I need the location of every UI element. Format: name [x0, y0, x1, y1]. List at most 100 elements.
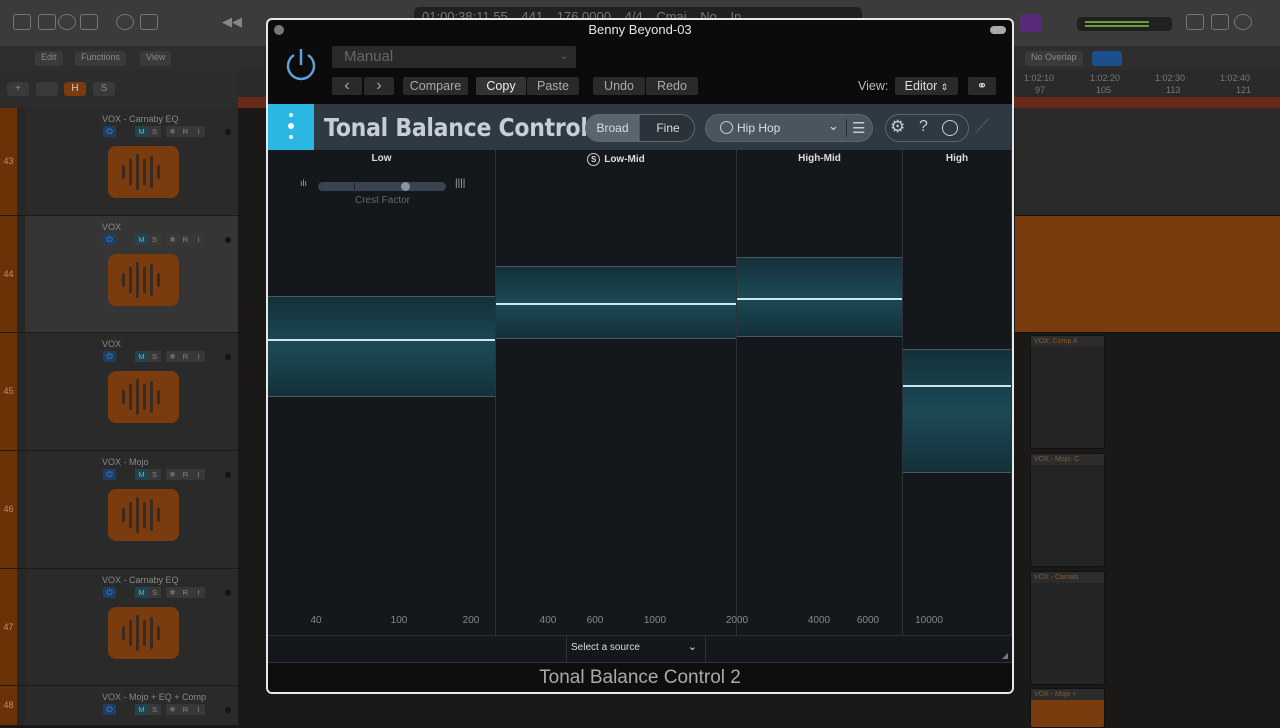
- power-icon[interactable]: [284, 47, 318, 83]
- tab-broad[interactable]: Broad: [586, 115, 639, 141]
- track-record-button[interactable]: R: [179, 587, 192, 598]
- track-power-icon[interactable]: ⏻: [103, 351, 116, 362]
- track-input-button[interactable]: I: [192, 234, 205, 245]
- band-high[interactable]: High: [903, 150, 1012, 635]
- track-record-button[interactable]: R: [179, 469, 192, 480]
- track-solo-button[interactable]: S: [148, 587, 161, 598]
- track-solo-button[interactable]: S: [148, 126, 161, 137]
- help-icon[interactable]: [58, 14, 76, 30]
- menu-dots-icon[interactable]: [268, 104, 314, 150]
- track-freeze-button[interactable]: ❄: [166, 469, 179, 480]
- track-input-button[interactable]: I: [192, 704, 205, 715]
- loop-browser-icon[interactable]: [1234, 14, 1252, 30]
- track-record-button[interactable]: R: [179, 234, 192, 245]
- track-freeze-button[interactable]: ❄: [166, 587, 179, 598]
- redo-button[interactable]: Redo: [646, 77, 698, 95]
- edit-menu[interactable]: Edit: [35, 51, 63, 66]
- band-low-mid[interactable]: S Low-Mid: [496, 150, 737, 635]
- help-icon[interactable]: ?: [919, 118, 928, 136]
- audio-region[interactable]: VOX - Mojo +: [1030, 688, 1105, 728]
- count-in-icon[interactable]: [1020, 14, 1042, 32]
- solo-header-button[interactable]: S: [93, 82, 115, 96]
- region-waveform[interactable]: [1015, 108, 1280, 216]
- paste-button[interactable]: Paste: [527, 77, 579, 95]
- library-icon[interactable]: [13, 14, 31, 30]
- compare-button[interactable]: Compare: [403, 77, 468, 95]
- refresh-icon[interactable]: [942, 120, 958, 136]
- track-input-button[interactable]: I: [192, 587, 205, 598]
- audio-region[interactable]: VOX - Mojo: C: [1030, 453, 1105, 567]
- slider-thumb[interactable]: [401, 182, 411, 191]
- inspector-icon[interactable]: [38, 14, 56, 30]
- track-header[interactable]: 47 VOX - Carnaby EQ ⏻ M S ❄ R I: [0, 569, 238, 686]
- track-power-icon[interactable]: ⏻: [103, 704, 116, 715]
- add-track-button[interactable]: +: [7, 82, 29, 96]
- band-low[interactable]: Low: [268, 150, 496, 635]
- copy-button[interactable]: Copy: [476, 77, 526, 95]
- track-mute-button[interactable]: M: [135, 587, 148, 598]
- track-mute-button[interactable]: M: [135, 126, 148, 137]
- region-waveform-selected[interactable]: [1015, 216, 1280, 333]
- track-freeze-button[interactable]: ❄: [166, 351, 179, 362]
- functions-menu[interactable]: Functions: [75, 51, 127, 66]
- hide-button[interactable]: H: [64, 82, 86, 96]
- track-freeze-button[interactable]: ❄: [166, 704, 179, 715]
- link-icon[interactable]: ⚭: [968, 77, 996, 95]
- track-header[interactable]: 43 VOX - Carnaby EQ ⏻ M S ❄ R I: [0, 108, 238, 216]
- track-input-button[interactable]: I: [192, 351, 205, 362]
- view-select[interactable]: Editor ⇕: [895, 77, 958, 95]
- track-power-icon[interactable]: ⏻: [103, 234, 116, 245]
- track-mute-button[interactable]: M: [135, 351, 148, 362]
- track-power-icon[interactable]: ⏻: [103, 126, 116, 137]
- track-name[interactable]: VOX: [102, 339, 121, 349]
- window-resize-button[interactable]: [990, 26, 1006, 34]
- track-input-button[interactable]: I: [192, 126, 205, 137]
- track-solo-button[interactable]: S: [148, 234, 161, 245]
- track-power-icon[interactable]: ⏻: [103, 469, 116, 480]
- track-name[interactable]: VOX - Carnaby EQ: [102, 575, 179, 585]
- track-header[interactable]: 48 VOX - Mojo + EQ + Comp ⏻ M S ❄ R I: [0, 686, 238, 726]
- track-solo-button[interactable]: S: [148, 469, 161, 480]
- rewind-icon[interactable]: ◀◀: [222, 14, 242, 30]
- track-mute-button[interactable]: M: [135, 469, 148, 480]
- track-name[interactable]: VOX - Mojo: [102, 457, 149, 467]
- drag-mode-select[interactable]: No Overlap: [1025, 51, 1083, 66]
- gear-icon[interactable]: ⚙: [890, 117, 905, 137]
- crest-factor-slider[interactable]: [318, 182, 446, 191]
- track-power-icon[interactable]: ⏻: [103, 587, 116, 598]
- hamburger-icon[interactable]: ☰: [846, 119, 865, 137]
- preset-select[interactable]: Manual ⌄: [332, 46, 576, 68]
- track-record-button[interactable]: R: [179, 704, 192, 715]
- list-editors-icon[interactable]: [1186, 14, 1204, 30]
- prev-preset-button[interactable]: ‹: [332, 77, 362, 95]
- track-solo-button[interactable]: S: [148, 704, 161, 715]
- track-mute-button[interactable]: M: [135, 704, 148, 715]
- track-freeze-button[interactable]: ❄: [166, 234, 179, 245]
- target-select[interactable]: Hip Hop ⌄ ☰: [705, 114, 873, 142]
- track-record-button[interactable]: R: [179, 351, 192, 362]
- solo-band-icon[interactable]: S: [587, 153, 601, 166]
- resize-handle-icon[interactable]: ◢: [1002, 651, 1008, 660]
- track-record-button[interactable]: R: [179, 126, 192, 137]
- toolbar-icon[interactable]: [80, 14, 98, 30]
- waveform-zoom-button[interactable]: [1092, 51, 1122, 66]
- audio-region[interactable]: VOX - Carnab: [1030, 571, 1105, 685]
- track-header[interactable]: 45 VOX ⏻ M S ❄ R I: [0, 333, 238, 451]
- source-select[interactable]: Select a source ⌄: [566, 636, 706, 662]
- duplicate-track-button[interactable]: [36, 82, 58, 96]
- undo-button[interactable]: Undo: [593, 77, 645, 95]
- track-name[interactable]: VOX: [102, 222, 121, 232]
- track-header[interactable]: 44 VOX ⏻ M S ❄ R I: [0, 216, 238, 333]
- band-high-mid[interactable]: High-Mid: [737, 150, 903, 635]
- track-name[interactable]: VOX - Carnaby EQ: [102, 114, 179, 124]
- notepad-icon[interactable]: [1211, 14, 1229, 30]
- audio-region[interactable]: VOX: Comp A: [1030, 335, 1105, 449]
- track-mute-button[interactable]: M: [135, 234, 148, 245]
- smart-controls-icon[interactable]: [116, 14, 134, 30]
- crest-factor-control[interactable]: ılı |||| Crest Factor: [300, 178, 470, 210]
- track-freeze-button[interactable]: ❄: [166, 126, 179, 137]
- track-input-button[interactable]: I: [192, 469, 205, 480]
- track-name[interactable]: VOX - Mojo + EQ + Comp: [102, 692, 206, 702]
- view-menu[interactable]: View: [140, 51, 172, 66]
- next-preset-button[interactable]: ›: [364, 77, 394, 95]
